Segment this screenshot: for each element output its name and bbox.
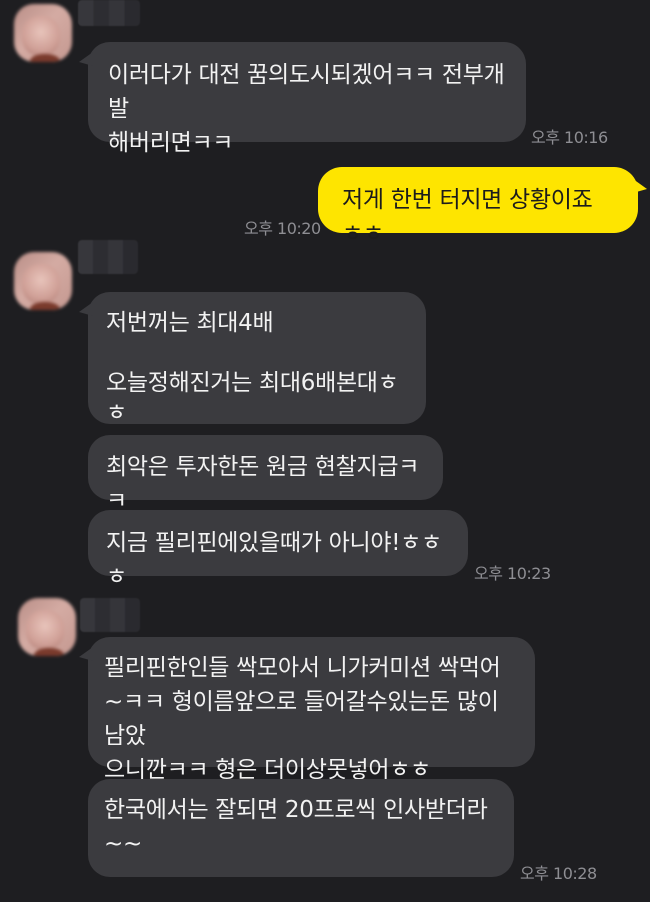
- message-bubble[interactable]: 지금 필리핀에있을때가 아니야!ㅎㅎㅎ: [88, 510, 468, 590]
- message-timestamp: 오후 10:23: [474, 564, 551, 583]
- chat-screen: 이러다가 대전 꿈의도시되겠어ㅋㅋ 전부개발 해버리면ㅋㅋ 오후 10:16 저…: [0, 0, 650, 902]
- sender-avatar[interactable]: [18, 598, 76, 656]
- sender-avatar[interactable]: [14, 252, 72, 310]
- message-timestamp: 오후 10:28: [520, 864, 597, 883]
- message-bubble[interactable]: 저번꺼는 최대4배 오늘정해진거는 최대6배본대ㅎㅎ: [79, 292, 426, 426]
- sender-name-redacted: [80, 598, 140, 632]
- message-bubble[interactable]: 한국에서는 잘되면 20프로씩 인사받더라 ~~: [88, 779, 514, 877]
- message-bubble[interactable]: 최악은 투자한돈 원금 현찰지급ㅋㅋ: [88, 435, 443, 514]
- sender-name-redacted: [78, 240, 138, 274]
- sender-name-redacted: [78, 0, 140, 26]
- sender-avatar[interactable]: [14, 4, 72, 62]
- message-bubble[interactable]: 필리핀한인들 싹모아서 니가커미션 싹먹어 ~ㅋㅋ 형이름앞으로 들어갈수있는돈…: [79, 637, 535, 783]
- message-timestamp: 오후 10:20: [244, 219, 321, 238]
- my-message-bubble[interactable]: 저게 한번 터지면 상황이죠 ㅎㅎ: [318, 167, 647, 247]
- message-bubble[interactable]: 이러다가 대전 꿈의도시되겠어ㅋㅋ 전부개발 해버리면ㅋㅋ: [79, 42, 526, 156]
- message-timestamp: 오후 10:16: [531, 128, 608, 147]
